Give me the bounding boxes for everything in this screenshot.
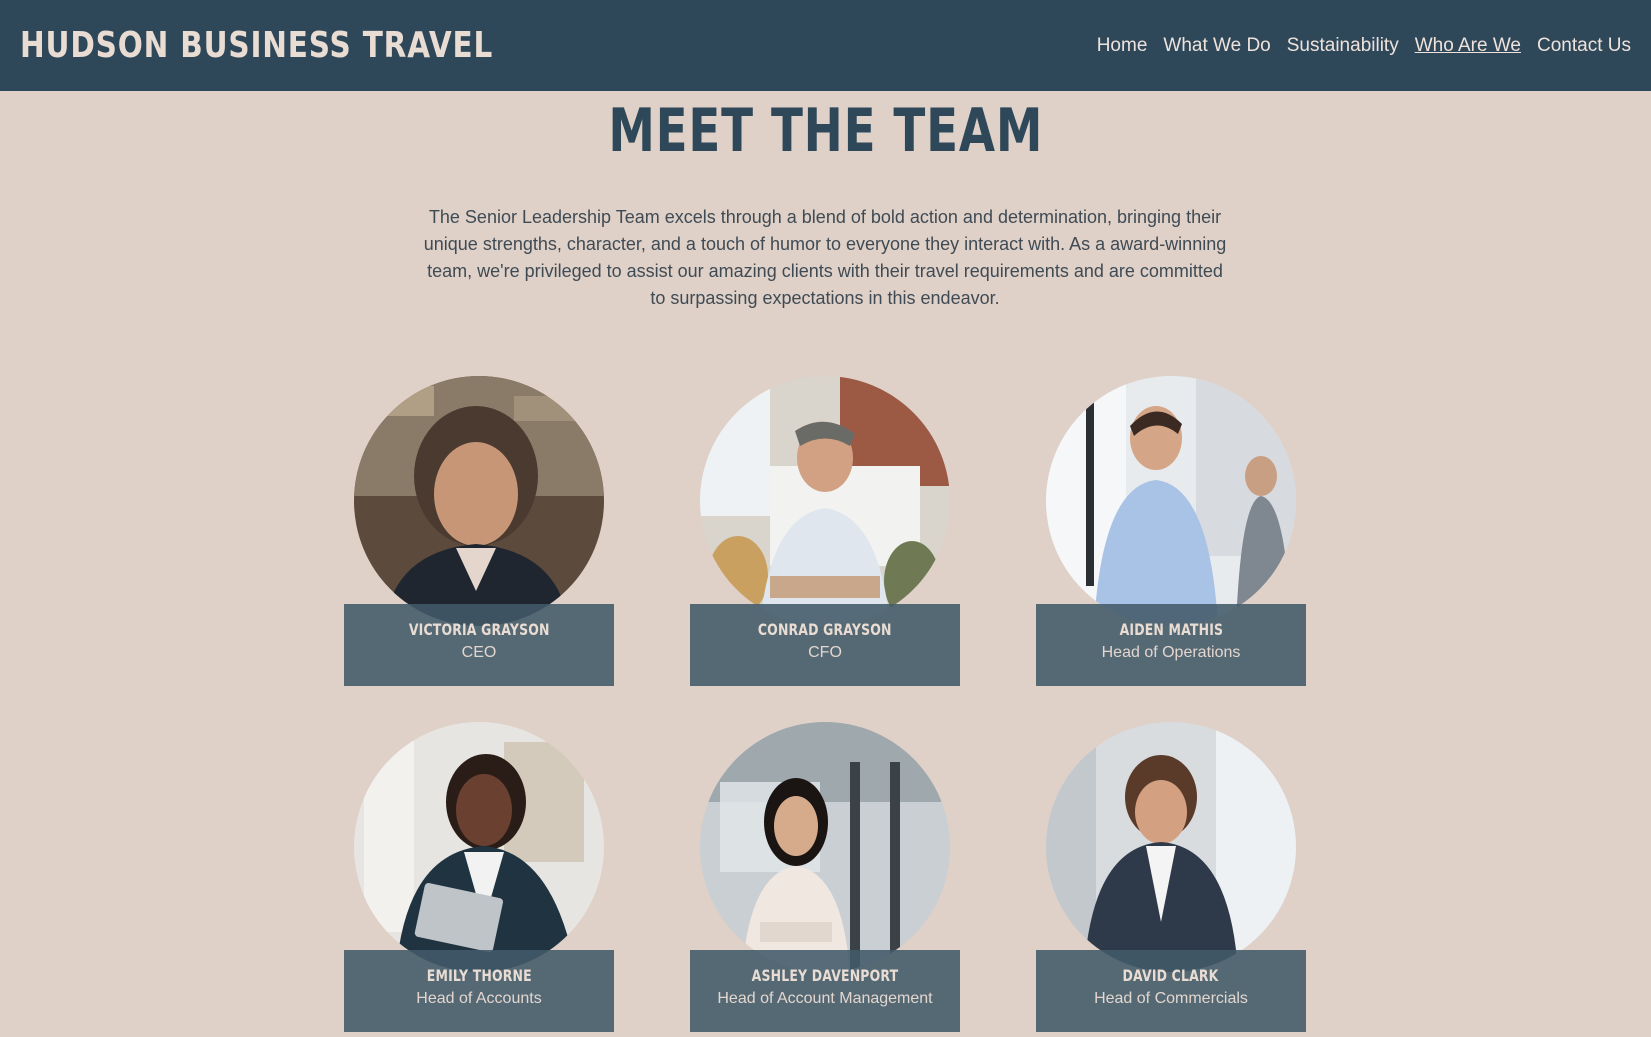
- member-nameplate: DAVID CLARK Head of Commercials: [1036, 950, 1306, 1032]
- team-photo: [1046, 376, 1296, 626]
- member-role: CFO: [808, 644, 842, 661]
- member-nameplate: VICTORIA GRAYSON CEO: [344, 604, 614, 686]
- team-card: DAVID CLARK Head of Commercials: [1036, 722, 1306, 1032]
- member-name: DAVID CLARK: [1123, 966, 1219, 985]
- nav-home[interactable]: Home: [1097, 35, 1148, 57]
- member-nameplate: CONRAD GRAYSON CFO: [690, 604, 960, 686]
- team-card: ASHLEY DAVENPORT Head of Account Managem…: [690, 722, 960, 1032]
- site-header: HUDSON BUSINESS TRAVEL Home What We Do S…: [0, 0, 1651, 91]
- team-card: CONRAD GRAYSON CFO: [690, 376, 960, 686]
- portrait-image: [354, 722, 604, 972]
- page-title: MEET THE TEAM: [0, 96, 1651, 166]
- main-nav: Home What We Do Sustainability Who Are W…: [1097, 35, 1631, 57]
- member-name: CONRAD GRAYSON: [758, 620, 892, 639]
- member-role: Head of Account Management: [717, 990, 933, 1007]
- member-nameplate: EMILY THORNE Head of Accounts: [344, 950, 614, 1032]
- member-nameplate: ASHLEY DAVENPORT Head of Account Managem…: [690, 950, 960, 1032]
- team-photo: [354, 722, 604, 972]
- member-nameplate: AIDEN MATHIS Head of Operations: [1036, 604, 1306, 686]
- page-title-text: MEET THE TEAM: [608, 96, 1043, 166]
- member-role: Head of Accounts: [416, 990, 542, 1007]
- member-name: VICTORIA GRAYSON: [408, 620, 550, 639]
- team-card: EMILY THORNE Head of Accounts: [344, 722, 614, 1032]
- member-role: Head of Operations: [1101, 644, 1241, 661]
- team-photo: [700, 722, 950, 972]
- team-photo: [700, 376, 950, 626]
- member-role: Head of Commercials: [1094, 990, 1248, 1007]
- member-name: EMILY THORNE: [426, 966, 532, 985]
- team-photo: [1046, 722, 1296, 972]
- team-card: VICTORIA GRAYSON CEO: [344, 376, 614, 686]
- brand-logo[interactable]: HUDSON BUSINESS TRAVEL: [20, 25, 493, 66]
- portrait-image: [354, 376, 604, 626]
- team-photo: [354, 376, 604, 626]
- portrait-image: [1046, 376, 1296, 626]
- nav-what-we-do[interactable]: What We Do: [1163, 35, 1270, 57]
- member-name: AIDEN MATHIS: [1119, 620, 1223, 639]
- portrait-image: [1046, 722, 1296, 972]
- member-name: ASHLEY DAVENPORT: [751, 966, 899, 985]
- member-role: CEO: [461, 644, 497, 661]
- portrait-image: [700, 722, 950, 972]
- nav-sustainability[interactable]: Sustainability: [1287, 35, 1399, 57]
- portrait-image: [700, 376, 950, 626]
- nav-who-are-we[interactable]: Who Are We: [1415, 35, 1521, 57]
- nav-contact-us[interactable]: Contact Us: [1537, 35, 1631, 57]
- team-card: AIDEN MATHIS Head of Operations: [1036, 376, 1306, 686]
- intro-paragraph: The Senior Leadership Team excels throug…: [423, 207, 1227, 308]
